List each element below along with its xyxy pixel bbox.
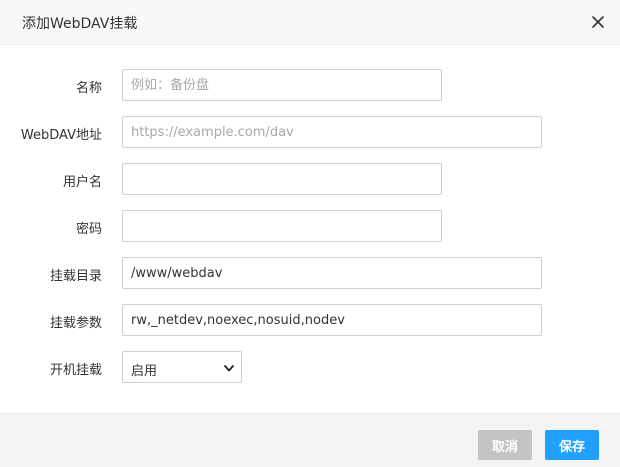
mount-dir-input[interactable] — [122, 257, 542, 289]
form-row-auto-mount: 开机挂载 启用 — [0, 351, 620, 383]
dialog-header: 添加WebDAV挂载 — [0, 0, 620, 45]
form-row-mount-dir: 挂载目录 — [0, 257, 620, 289]
name-input[interactable] — [122, 69, 442, 101]
username-input[interactable] — [122, 163, 442, 195]
url-input[interactable] — [122, 116, 542, 148]
form-row-url: WebDAV地址 — [0, 116, 620, 148]
dialog-title: 添加WebDAV挂载 — [22, 16, 138, 32]
auto-mount-select[interactable]: 启用 — [122, 351, 242, 383]
url-label: WebDAV地址 — [20, 128, 102, 143]
username-label: 用户名 — [62, 175, 102, 190]
close-button[interactable] — [590, 14, 606, 30]
form-row-mount-params: 挂载参数 — [0, 304, 620, 336]
chevron-down-icon — [223, 362, 235, 374]
auto-mount-label: 开机挂载 — [49, 363, 102, 378]
webdav-mount-dialog: 添加WebDAV挂载 名称 WebDAV地址 用户名 密码 挂载目录 挂载参数 — [0, 0, 620, 467]
mount-params-input[interactable] — [122, 304, 542, 336]
password-input[interactable] — [122, 210, 442, 242]
dialog-footer: 取消 保存 — [0, 413, 620, 467]
close-icon — [590, 14, 606, 30]
save-button[interactable]: 保存 — [545, 430, 599, 460]
mount-params-label: 挂载参数 — [49, 316, 102, 331]
password-label: 密码 — [75, 222, 102, 237]
auto-mount-selected-value: 启用 — [131, 364, 158, 379]
mount-dir-label: 挂载目录 — [49, 269, 102, 284]
cancel-button[interactable]: 取消 — [478, 430, 532, 460]
name-label: 名称 — [75, 81, 102, 96]
form-row-password: 密码 — [0, 210, 620, 242]
form-row-username: 用户名 — [0, 163, 620, 195]
form-row-name: 名称 — [0, 69, 620, 101]
